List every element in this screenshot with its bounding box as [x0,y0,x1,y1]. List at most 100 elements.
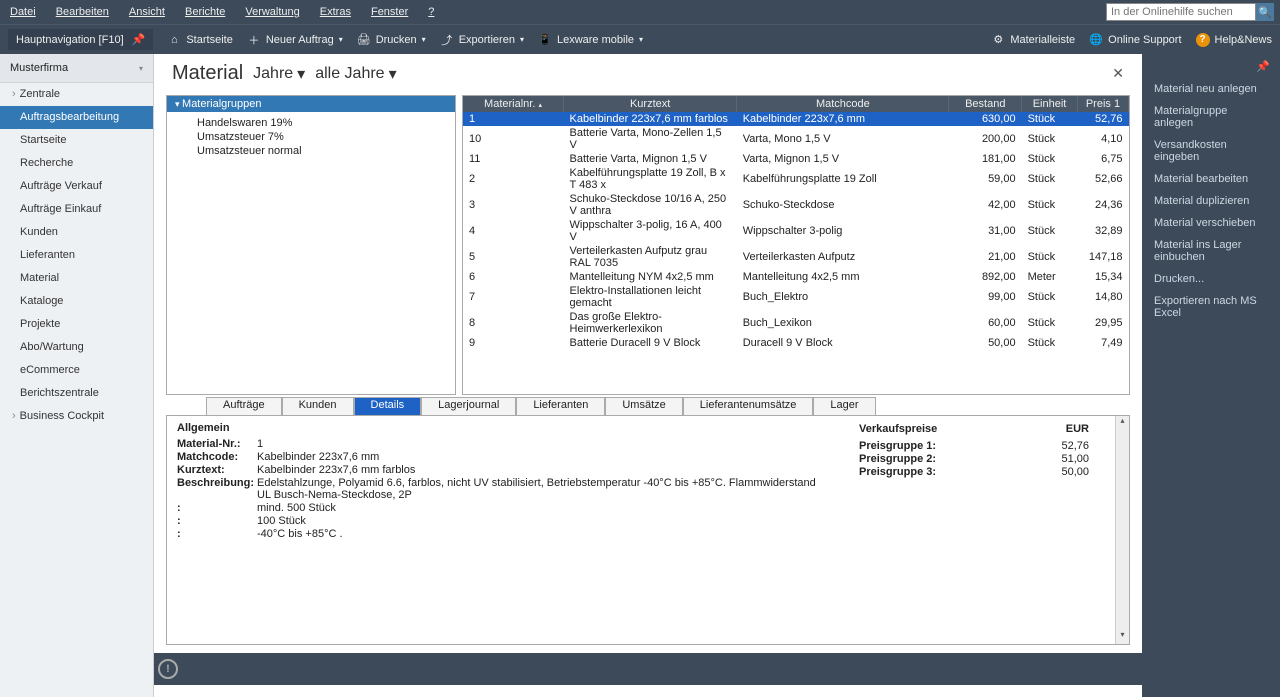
tab-lieferantenumsätze[interactable]: Lieferantenumsätze [683,397,814,415]
action-material-duplizieren[interactable]: Material duplizieren [1146,190,1276,212]
sidebar-item-kataloge[interactable]: Kataloge [0,290,153,313]
print-button[interactable]: 🖨Drucken▾ [357,33,426,47]
detail-label: Matchcode: [177,451,257,463]
price-value: 50,00 [969,466,1089,478]
nav-toggle[interactable]: Hauptnavigation [F10]📌 [8,29,153,50]
year-filter-1[interactable]: Jahre ▾ [253,64,305,84]
tab-kunden[interactable]: Kunden [282,397,354,415]
tab-umsätze[interactable]: Umsätze [605,397,682,415]
toolbar: Hauptnavigation [F10]📌 ⌂Startseite ＋Neue… [0,24,1280,54]
sidebar-item-zentrale[interactable]: Zentrale [0,83,153,106]
tree-item[interactable]: Handelswaren 19% [167,116,455,130]
action-material-bearbeiten[interactable]: Material bearbeiten [1146,168,1276,190]
price-label: Preisgruppe 3: [859,466,969,478]
materialleiste-button[interactable]: ⚙Materialleiste [991,33,1075,47]
col-header[interactable]: Kurztext [564,96,737,112]
pin-icon[interactable]: 📌 [1256,60,1270,73]
action-exportieren-nach-ms-excel[interactable]: Exportieren nach MS Excel [1146,290,1276,324]
close-icon[interactable]: ✕ [1112,65,1124,82]
action-versandkosten-eingeben[interactable]: Versandkosten eingeben [1146,134,1276,168]
sidebar-item-berichtszentrale[interactable]: Berichtszentrale [0,382,153,405]
sidebar-item-auftragsbearbeitung[interactable]: Auftragsbearbeitung [0,106,153,129]
sidebar-item-lieferanten[interactable]: Lieferanten [0,244,153,267]
tab-aufträge[interactable]: Aufträge [206,397,282,415]
detail-value: 1 [257,438,829,450]
table-row[interactable]: 3Schuko-Steckdose 10/16 A, 250 V anthraS… [463,192,1129,218]
tree-item[interactable]: Umsatzsteuer normal [167,144,455,158]
menu-datei[interactable]: Datei [6,4,40,20]
table-row[interactable]: 1Kabelbinder 223x7,6 mm farblosKabelbind… [463,112,1129,126]
col-header[interactable]: Preis 1 [1077,96,1128,112]
table-row[interactable]: 8Das große Elektro-HeimwerkerlexikonBuch… [463,310,1129,336]
table-row[interactable]: 9Batterie Duracell 9 V BlockDuracell 9 V… [463,336,1129,350]
col-header[interactable]: Matchcode [737,96,949,112]
table-row[interactable]: 2Kabelführungsplatte 19 Zoll, B x T 483 … [463,166,1129,192]
sidebar-item-kunden[interactable]: Kunden [0,221,153,244]
tab-lager[interactable]: Lager [813,397,875,415]
table-row[interactable]: 11Batterie Varta, Mignon 1,5 VVarta, Mig… [463,152,1129,166]
new-order-button[interactable]: ＋Neuer Auftrag▾ [247,33,343,47]
detail-scrollbar[interactable]: ▴▾ [1115,416,1129,644]
table-row[interactable]: 6Mantelleitung NYM 4x2,5 mmMantelleitung… [463,270,1129,284]
tab-details[interactable]: Details [354,397,422,415]
sidebar-item-startseite[interactable]: Startseite [0,129,153,152]
menu-fenster[interactable]: Fenster [367,4,412,20]
general-heading: Allgemein [177,422,829,434]
price-label: Preisgruppe 2: [859,453,969,465]
action-materialgruppe-anlegen[interactable]: Materialgruppe anlegen [1146,100,1276,134]
menu-berichte[interactable]: Berichte [181,4,229,20]
action-drucken-[interactable]: Drucken... [1146,268,1276,290]
menubar: Datei Bearbeiten Ansicht Berichte Verwal… [0,0,1280,24]
table-row[interactable]: 4Wippschalter 3-polig, 16 A, 400 VWippsc… [463,218,1129,244]
tree-header[interactable]: Materialgruppen [167,96,455,112]
col-header[interactable]: Einheit [1022,96,1078,112]
sidebar-item-business-cockpit[interactable]: Business Cockpit [0,405,153,428]
sidebar-item-ecommerce[interactable]: eCommerce [0,359,153,382]
sidebar-item-auftr-ge-verkauf[interactable]: Aufträge Verkauf [0,175,153,198]
material-grid[interactable]: Materialnr. ▴KurztextMatchcodeBestandEin… [462,95,1130,395]
action-material-neu-anlegen[interactable]: Material neu anlegen [1146,78,1276,100]
detail-tabs: AufträgeKundenDetailsLagerjournalLiefera… [166,397,1130,415]
firm-selector[interactable]: Musterfirma▾ [0,54,153,83]
help-icon: ? [1196,33,1210,47]
menu-help[interactable]: ? [424,4,438,20]
menu-ansicht[interactable]: Ansicht [125,4,169,20]
mobile-button[interactable]: 📱Lexware mobile▾ [538,33,643,47]
page-title: Material [172,62,243,85]
chevron-down-icon: ▾ [639,35,643,44]
tree-item[interactable]: Umsatzsteuer 7% [167,130,455,144]
home-button[interactable]: ⌂Startseite [167,33,232,47]
tab-lieferanten[interactable]: Lieferanten [516,397,605,415]
col-header[interactable]: Bestand [949,96,1022,112]
sidebar-item-auftr-ge-einkauf[interactable]: Aufträge Einkauf [0,198,153,221]
menu-verwaltung[interactable]: Verwaltung [241,4,303,20]
table-row[interactable]: 5Verteilerkasten Aufputz grau RAL 7035Ve… [463,244,1129,270]
chevron-down-icon: ▾ [422,35,426,44]
tab-lagerjournal[interactable]: Lagerjournal [421,397,516,415]
page-head: Material Jahre ▾ alle Jahre ▾ ✕ [154,54,1142,95]
help-search-input[interactable] [1106,3,1256,21]
status-alert-icon[interactable]: ! [158,659,178,679]
help-search: 🔍 [1106,3,1274,21]
sidebar-item-projekte[interactable]: Projekte [0,313,153,336]
table-row[interactable]: 10Batterie Varta, Mono-Zellen 1,5 VVarta… [463,126,1129,152]
pin-icon: 📌 [132,33,146,46]
sidebar-item-recherche[interactable]: Recherche [0,152,153,175]
action-material-ins-lager-einbuchen[interactable]: Material ins Lager einbuchen [1146,234,1276,268]
detail-label: Kurztext: [177,464,257,476]
sidebar-item-abo-wartung[interactable]: Abo/Wartung [0,336,153,359]
table-row[interactable]: 7Elektro-Installationen leicht gemachtBu… [463,284,1129,310]
col-header[interactable]: Materialnr. ▴ [463,96,564,112]
help-news-button[interactable]: ?Help&News [1196,33,1272,47]
menu-bearbeiten[interactable]: Bearbeiten [52,4,113,20]
chevron-down-icon: ▾ [139,64,143,73]
action-material-verschieben[interactable]: Material verschieben [1146,212,1276,234]
export-button[interactable]: ⤴Exportieren▾ [440,33,524,47]
detail-label: : [177,528,257,540]
online-support-button[interactable]: 🌐Online Support [1089,33,1181,47]
search-icon[interactable]: 🔍 [1256,3,1274,21]
sidebar-item-material[interactable]: Material [0,267,153,290]
year-filter-2[interactable]: alle Jahre ▾ [315,64,396,84]
menu-extras[interactable]: Extras [316,4,355,20]
detail-panel: Allgemein Material-Nr.:1Matchcode:Kabelb… [166,415,1130,645]
